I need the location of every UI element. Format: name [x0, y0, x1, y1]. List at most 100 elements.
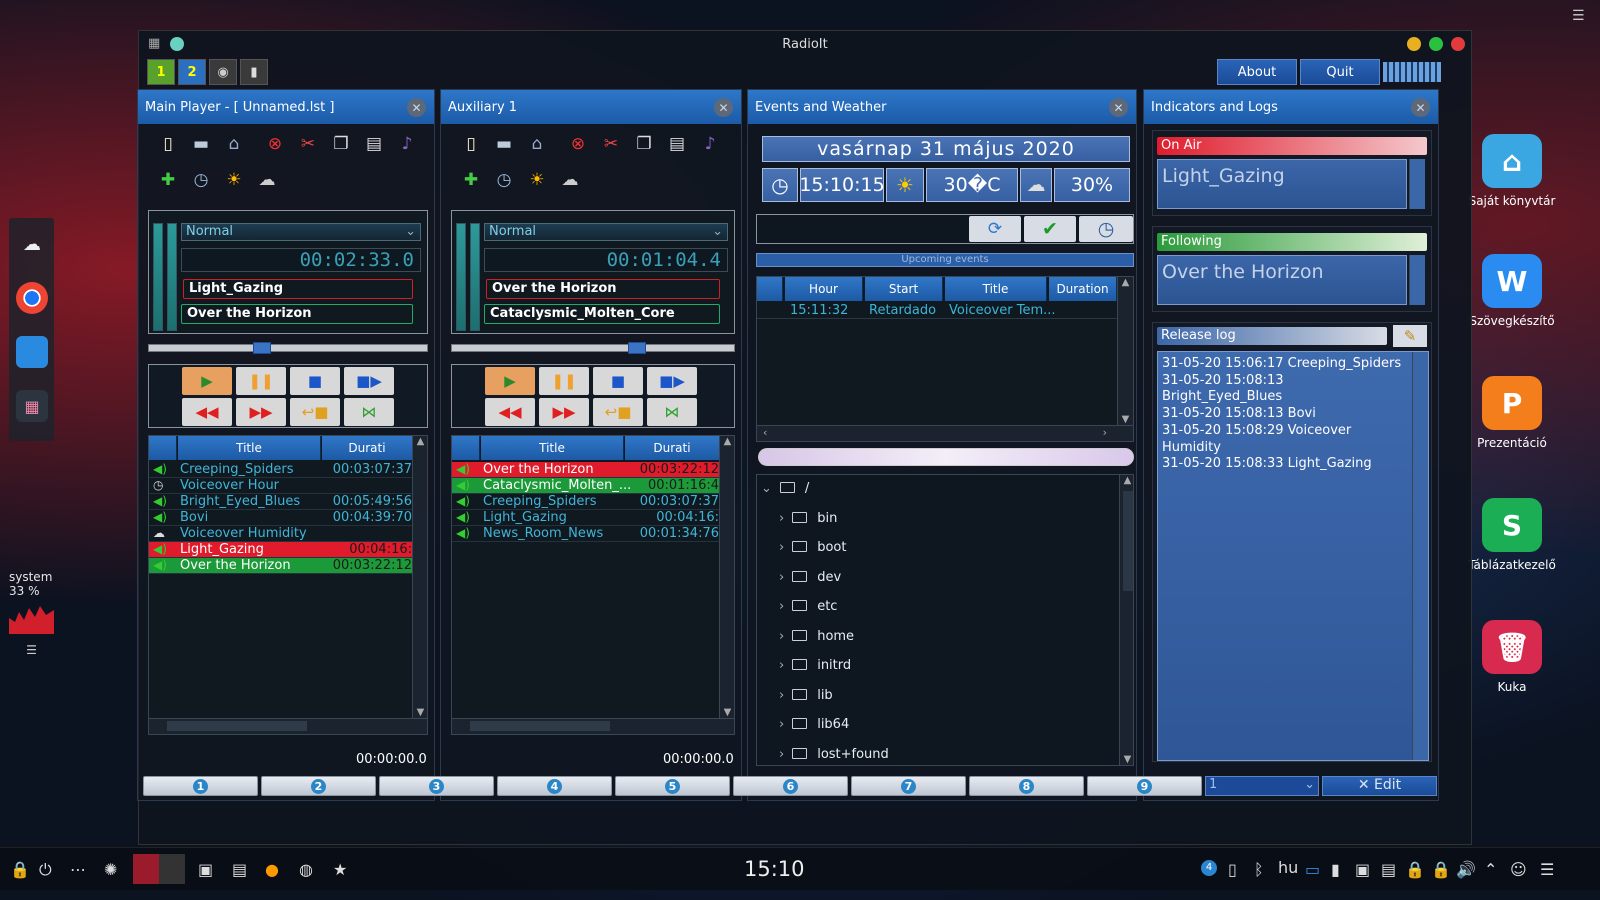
list-item[interactable]: ◀) Bovi 00:04:39:70 [149, 510, 412, 526]
stop-button[interactable]: ■ [290, 367, 340, 395]
play-button[interactable]: ▶ [182, 367, 232, 395]
notification-badge[interactable]: 4 [1201, 860, 1217, 876]
copy-icon[interactable]: ❐ [632, 132, 656, 156]
refresh-button[interactable]: ⟳ [969, 216, 1021, 242]
cart-button-1[interactable]: 1 [143, 776, 258, 796]
battery-icon[interactable]: ▮ [1331, 860, 1340, 879]
loop-button[interactable]: ↩■ [593, 398, 643, 426]
stop-play-next-button[interactable]: ■▶ [344, 367, 394, 395]
rain-cloud-icon[interactable]: ☁ [255, 168, 279, 192]
add-file-icon[interactable]: ✚ [156, 168, 180, 192]
files-icon[interactable] [16, 336, 48, 368]
new-file-icon[interactable]: ▯ [459, 132, 483, 156]
printer-icon[interactable]: ▤ [1381, 860, 1396, 879]
paste-icon[interactable]: ▤ [362, 132, 386, 156]
close-icon[interactable]: ✕ [714, 98, 733, 117]
vertical-scrollbar[interactable] [1412, 352, 1428, 760]
tree-folder[interactable]: › lib64 [779, 717, 849, 732]
microphone-icon[interactable]: ♪ [395, 132, 419, 156]
horizontal-scrollbar[interactable] [452, 718, 734, 734]
horizontal-scrollbar[interactable]: ‹ › [757, 425, 1133, 441]
cart-button-9[interactable]: 9 [1087, 776, 1202, 796]
vertical-scrollbar[interactable] [1409, 255, 1425, 305]
tree-folder[interactable]: › bin [779, 511, 837, 526]
rewind-button[interactable]: ◀◀ [182, 398, 232, 426]
copy-icon[interactable]: ❐ [329, 132, 353, 156]
menu-icon[interactable]: ☰ [1540, 860, 1554, 879]
check-button[interactable]: ✔ [1024, 216, 1076, 242]
list-item[interactable]: ◀) Over the Horizon 00:03:22:12 [452, 462, 719, 478]
calculator-icon[interactable]: ▤ [232, 860, 247, 879]
chevron-down-icon[interactable]: ⌄ [761, 481, 772, 496]
crossfade-button[interactable]: ⋈ [344, 398, 394, 426]
network-icon[interactable]: ▭ [1305, 860, 1320, 879]
chevron-right-icon[interactable]: › [779, 658, 784, 673]
position-slider[interactable] [148, 342, 428, 354]
expand-tray-icon[interactable]: ⌃ [1484, 860, 1497, 879]
chrome-icon[interactable] [16, 282, 48, 314]
desktop-icon-writer[interactable]: W Szövegkészítő [1457, 254, 1567, 328]
add-file-icon[interactable]: ✚ [459, 168, 483, 192]
eye-icon[interactable]: ◉ [209, 59, 237, 85]
list-item[interactable]: ◷ Voiceover Hour [149, 478, 412, 494]
chevron-right-icon[interactable]: › [779, 599, 784, 614]
horizontal-scrollbar[interactable] [149, 718, 427, 734]
list-item[interactable]: ◀) Over the Horizon 00:03:22:12 [149, 558, 412, 574]
crossfade-button[interactable]: ⋈ [647, 398, 697, 426]
sun-icon[interactable]: ☀ [222, 168, 246, 192]
pause-button[interactable]: ❚❚ [236, 367, 286, 395]
list-item[interactable]: ◀) Creeping_Spiders 00:03:07:37 [452, 494, 719, 510]
edit-button[interactable]: ✕ Edit [1322, 776, 1437, 796]
list-item[interactable]: ◀) Light_Gazing 00:04:16: [149, 542, 412, 558]
play-button[interactable]: ▶ [485, 367, 535, 395]
cart-button-6[interactable]: 6 [733, 776, 848, 796]
tree-folder[interactable]: › home [779, 629, 854, 644]
list-item[interactable]: ◀) News_Room_News 00:01:34:76 [452, 526, 719, 542]
cut-icon[interactable]: ✂ [599, 132, 623, 156]
player-combo[interactable]: 1 ⌄ [1205, 776, 1319, 796]
schedule-clock-button[interactable]: ◷ [1079, 216, 1133, 242]
column-header-title[interactable]: Title [945, 277, 1047, 301]
cart-button-8[interactable]: 8 [969, 776, 1084, 796]
column-header-icon[interactable] [452, 436, 480, 460]
chevron-right-icon[interactable]: › [779, 511, 784, 526]
fast-forward-button[interactable]: ▶▶ [236, 398, 286, 426]
open-folder-icon[interactable]: ▬ [492, 132, 516, 156]
tree-folder[interactable]: › dev [779, 570, 841, 585]
cart-button-7[interactable]: 7 [851, 776, 966, 796]
cart-button-4[interactable]: 4 [497, 776, 612, 796]
close-icon[interactable]: ✕ [407, 98, 426, 117]
vpn-icon[interactable]: 🔒 [1431, 860, 1451, 879]
mode-select[interactable]: Normal ⌄ [484, 223, 728, 241]
display-icon[interactable]: ▣ [1355, 860, 1370, 879]
list-item[interactable]: ◀) Light_Gazing 00:04:16: [452, 510, 719, 526]
cart-button-5[interactable]: 5 [615, 776, 730, 796]
new-file-icon[interactable]: ▯ [156, 132, 180, 156]
close-icon[interactable]: ✕ [1109, 98, 1128, 117]
list-item[interactable]: ◀) Cataclysmic_Molten_... 00:01:16:4 [452, 478, 719, 494]
vault-icon[interactable]: 🔒 [1405, 860, 1425, 879]
clock[interactable]: 15:10 [744, 857, 805, 881]
tree-folder[interactable]: › lost+found [779, 747, 889, 762]
vertical-scrollbar[interactable] [1409, 159, 1425, 209]
list-item[interactable]: ☁ Voiceover Humidity [149, 526, 412, 542]
delete-icon[interactable]: ⊗ [263, 132, 287, 156]
open-folder-icon[interactable]: ▬ [189, 132, 213, 156]
column-header-duration[interactable]: Durati [625, 436, 720, 460]
cart-button-3[interactable]: 3 [379, 776, 494, 796]
chevron-right-icon[interactable]: › [779, 747, 784, 762]
cart-button-2[interactable]: 2 [261, 776, 376, 796]
list-item[interactable]: ◀) Bright_Eyed_Blues 00:05:49:56 [149, 494, 412, 510]
chevron-right-icon[interactable]: › [779, 717, 784, 732]
chevron-right-icon[interactable]: › [779, 540, 784, 555]
column-header-icon[interactable] [757, 277, 783, 301]
tree-folder[interactable]: › initrd [779, 658, 851, 673]
column-header-icon[interactable] [149, 436, 177, 460]
apps-grid-icon[interactable]: ▦ [16, 390, 48, 422]
weather-cloud-icon[interactable]: ☁ [16, 228, 48, 260]
quit-button[interactable]: Quit [1300, 59, 1380, 85]
save-icon[interactable]: ⌂ [222, 132, 246, 156]
column-header-title[interactable]: Title [178, 436, 321, 460]
save-icon[interactable]: ⌂ [525, 132, 549, 156]
player-2-button[interactable]: 2 [178, 59, 206, 85]
